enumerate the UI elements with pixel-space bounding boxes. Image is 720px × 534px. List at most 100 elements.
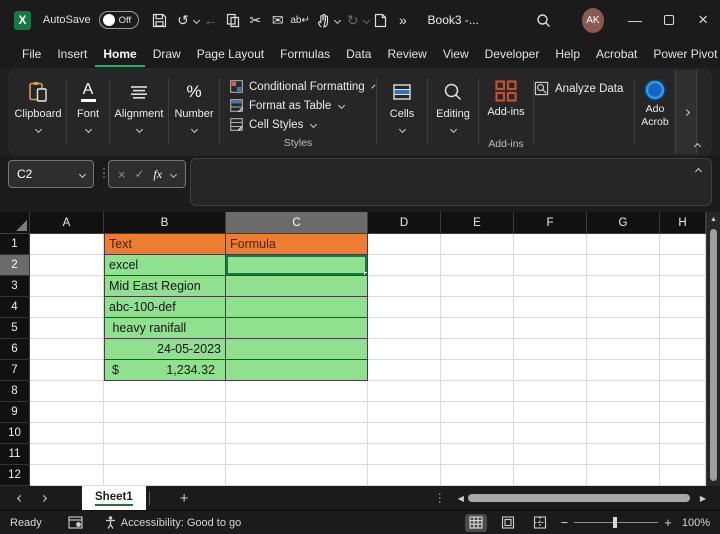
cell-B6[interactable]: 24-05-2023: [104, 339, 226, 360]
cell-A9[interactable]: [30, 402, 104, 423]
row-header-5[interactable]: 5: [0, 318, 30, 339]
cell-D9[interactable]: [368, 402, 441, 423]
cell-A12[interactable]: [30, 465, 104, 486]
cell-H5[interactable]: [660, 318, 706, 339]
cell-A6[interactable]: [30, 339, 104, 360]
cell-D3[interactable]: [368, 276, 441, 297]
scrollbar-resize-handle-icon[interactable]: ⋮: [434, 491, 446, 505]
cell-D12[interactable]: [368, 465, 441, 486]
column-header-H[interactable]: H: [660, 212, 706, 234]
cell-D8[interactable]: [368, 381, 441, 402]
number-expand-icon[interactable]: [190, 126, 197, 133]
row-header-9[interactable]: 9: [0, 402, 30, 423]
zoom-slider[interactable]: [574, 522, 658, 524]
cell-F4[interactable]: [514, 297, 587, 318]
fx-dropdown-icon[interactable]: [170, 170, 177, 177]
cell-G7[interactable]: [587, 360, 660, 381]
font-expand-icon[interactable]: [84, 126, 91, 133]
cell-G11[interactable]: [587, 444, 660, 465]
fill-handle[interactable]: [364, 272, 368, 276]
row-header-10[interactable]: 10: [0, 423, 30, 444]
cell-F8[interactable]: [514, 381, 587, 402]
autosave-toggle[interactable]: Off: [99, 11, 139, 29]
cell-H9[interactable]: [660, 402, 706, 423]
row-header-12[interactable]: 12: [0, 465, 30, 486]
sheet-tab-sheet1[interactable]: Sheet1: [82, 486, 146, 510]
column-header-B[interactable]: B: [104, 212, 226, 234]
column-header-F[interactable]: F: [514, 212, 587, 234]
cell-B1[interactable]: Text: [104, 234, 226, 255]
cell-E7[interactable]: [441, 360, 514, 381]
cell-H11[interactable]: [660, 444, 706, 465]
close-icon[interactable]: ×: [686, 0, 720, 40]
cell-G10[interactable]: [587, 423, 660, 444]
cell-C5[interactable]: [226, 318, 368, 339]
save-icon[interactable]: [149, 8, 170, 32]
editing-expand-icon[interactable]: [449, 126, 456, 133]
horizontal-scrollbar[interactable]: ◀ ▶: [458, 493, 706, 503]
accessibility-status[interactable]: Accessibility: Good to go: [105, 516, 241, 529]
cell-C11[interactable]: [226, 444, 368, 465]
cell-D7[interactable]: [368, 360, 441, 381]
cell-D5[interactable]: [368, 318, 441, 339]
tab-file[interactable]: File: [14, 42, 49, 67]
alignment-expand-icon[interactable]: [135, 126, 142, 133]
cell-B4[interactable]: abc-100-def: [104, 297, 226, 318]
cell-E10[interactable]: [441, 423, 514, 444]
enter-icon[interactable]: ✓: [134, 167, 144, 181]
cell-F12[interactable]: [514, 465, 587, 486]
cells-expand-icon[interactable]: [398, 126, 405, 133]
excel-logo-icon[interactable]: X: [14, 11, 31, 30]
name-box-dropdown-icon[interactable]: [79, 170, 86, 177]
cell-E8[interactable]: [441, 381, 514, 402]
cell-E11[interactable]: [441, 444, 514, 465]
conditional-formatting-dropdown-icon[interactable]: [371, 84, 375, 88]
cell-H10[interactable]: [660, 423, 706, 444]
row-header-2[interactable]: 2: [0, 255, 30, 276]
ribbon-scroll-right[interactable]: [675, 70, 697, 154]
cell-A3[interactable]: [30, 276, 104, 297]
cell-C3[interactable]: [226, 276, 368, 297]
row-header-3[interactable]: 3: [0, 276, 30, 297]
column-header-D[interactable]: D: [368, 212, 441, 234]
prev-sheet-icon[interactable]: [17, 494, 24, 501]
cell-A7[interactable]: [30, 360, 104, 381]
tab-developer[interactable]: Developer: [477, 42, 548, 67]
cell-G3[interactable]: [587, 276, 660, 297]
cell-B11[interactable]: [104, 444, 226, 465]
cell-E4[interactable]: [441, 297, 514, 318]
alignment-group[interactable]: Alignment: [110, 70, 168, 154]
cell-D4[interactable]: [368, 297, 441, 318]
add-sheet-icon[interactable]: +: [180, 490, 189, 507]
cell-B10[interactable]: [104, 423, 226, 444]
clipboard-group[interactable]: Clipboard: [10, 70, 66, 154]
cell-C9[interactable]: [226, 402, 368, 423]
column-header-E[interactable]: E: [441, 212, 514, 234]
cell-H6[interactable]: [660, 339, 706, 360]
cell-C4[interactable]: [226, 297, 368, 318]
cell-G1[interactable]: [587, 234, 660, 255]
cell-styles-button[interactable]: Cell Styles: [230, 115, 366, 134]
row-header-1[interactable]: 1: [0, 234, 30, 255]
tab-formulas[interactable]: Formulas: [272, 42, 338, 67]
cell-G8[interactable]: [587, 381, 660, 402]
cell-B7[interactable]: $1,234.32: [104, 360, 226, 381]
page-layout-view-icon[interactable]: [497, 514, 519, 532]
avatar[interactable]: AK: [582, 8, 604, 33]
zoom-in-icon[interactable]: +: [664, 515, 672, 530]
cell-G6[interactable]: [587, 339, 660, 360]
cell-styles-dropdown-icon[interactable]: [310, 121, 317, 128]
tab-insert[interactable]: Insert: [49, 42, 95, 67]
cut-icon[interactable]: ✂: [245, 8, 266, 32]
row-header-8[interactable]: 8: [0, 381, 30, 402]
cell-A5[interactable]: [30, 318, 104, 339]
analyze-data-button[interactable]: Analyze Data: [534, 81, 634, 96]
cell-B2[interactable]: excel: [104, 255, 226, 276]
email-icon[interactable]: ✉: [267, 8, 288, 32]
number-group[interactable]: % Number: [169, 70, 219, 154]
cell-G12[interactable]: [587, 465, 660, 486]
cells-group[interactable]: Cells: [377, 70, 427, 154]
cell-C2[interactable]: [226, 255, 368, 276]
scroll-right-icon[interactable]: ▶: [700, 494, 706, 503]
cell-F7[interactable]: [514, 360, 587, 381]
